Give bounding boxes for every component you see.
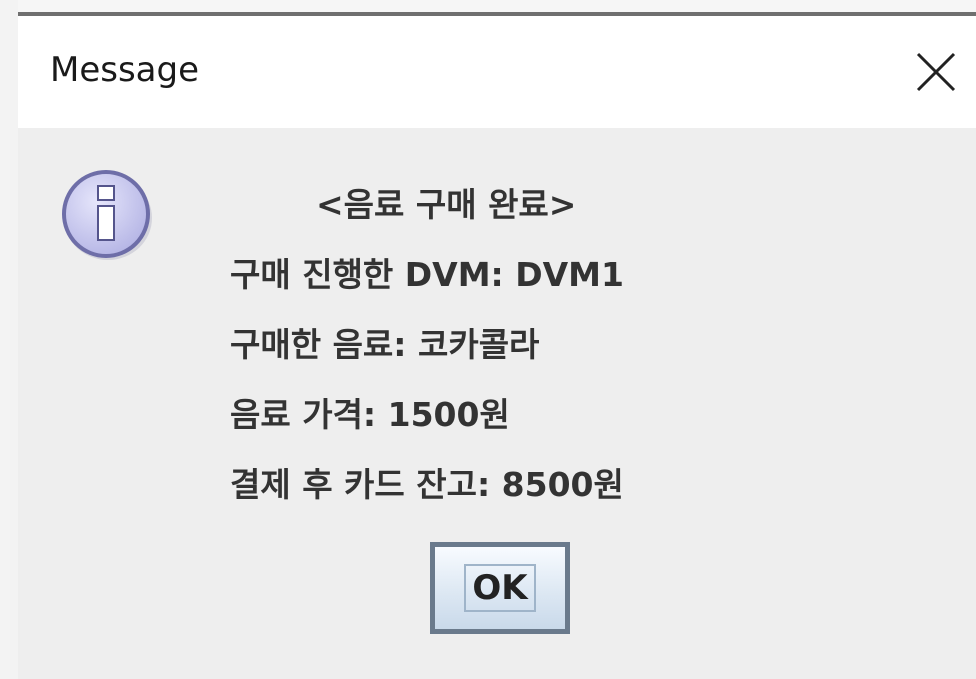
screen: Message <음료 구매 완료> 구매 진행한 DVM: DVM1 구매한 … bbox=[0, 0, 976, 679]
message-heading: <음료 구매 완료> bbox=[316, 185, 577, 224]
message-line-dvm: 구매 진행한 DVM: DVM1 bbox=[230, 255, 624, 294]
message-line-balance: 결제 후 카드 잔고: 8500원 bbox=[230, 465, 624, 504]
message-line-drink: 구매한 음료: 코카콜라 bbox=[230, 325, 540, 364]
dialog-title: Message bbox=[50, 50, 200, 90]
ok-button-label: OK bbox=[464, 564, 536, 612]
info-icon bbox=[62, 170, 152, 260]
close-icon bbox=[916, 52, 956, 92]
message-line-price: 음료 가격: 1500원 bbox=[230, 395, 510, 434]
dialog-content: <음료 구매 완료> 구매 진행한 DVM: DVM1 구매한 음료: 코카콜라… bbox=[18, 128, 976, 679]
close-button[interactable] bbox=[896, 36, 976, 108]
ok-button[interactable]: OK bbox=[430, 542, 570, 634]
message-text: <음료 구매 완료> 구매 진행한 DVM: DVM1 구매한 음료: 코카콜라… bbox=[230, 170, 830, 520]
background-gutter bbox=[0, 0, 18, 679]
window-top-border bbox=[18, 0, 976, 16]
dialog-titlebar: Message bbox=[18, 16, 976, 128]
